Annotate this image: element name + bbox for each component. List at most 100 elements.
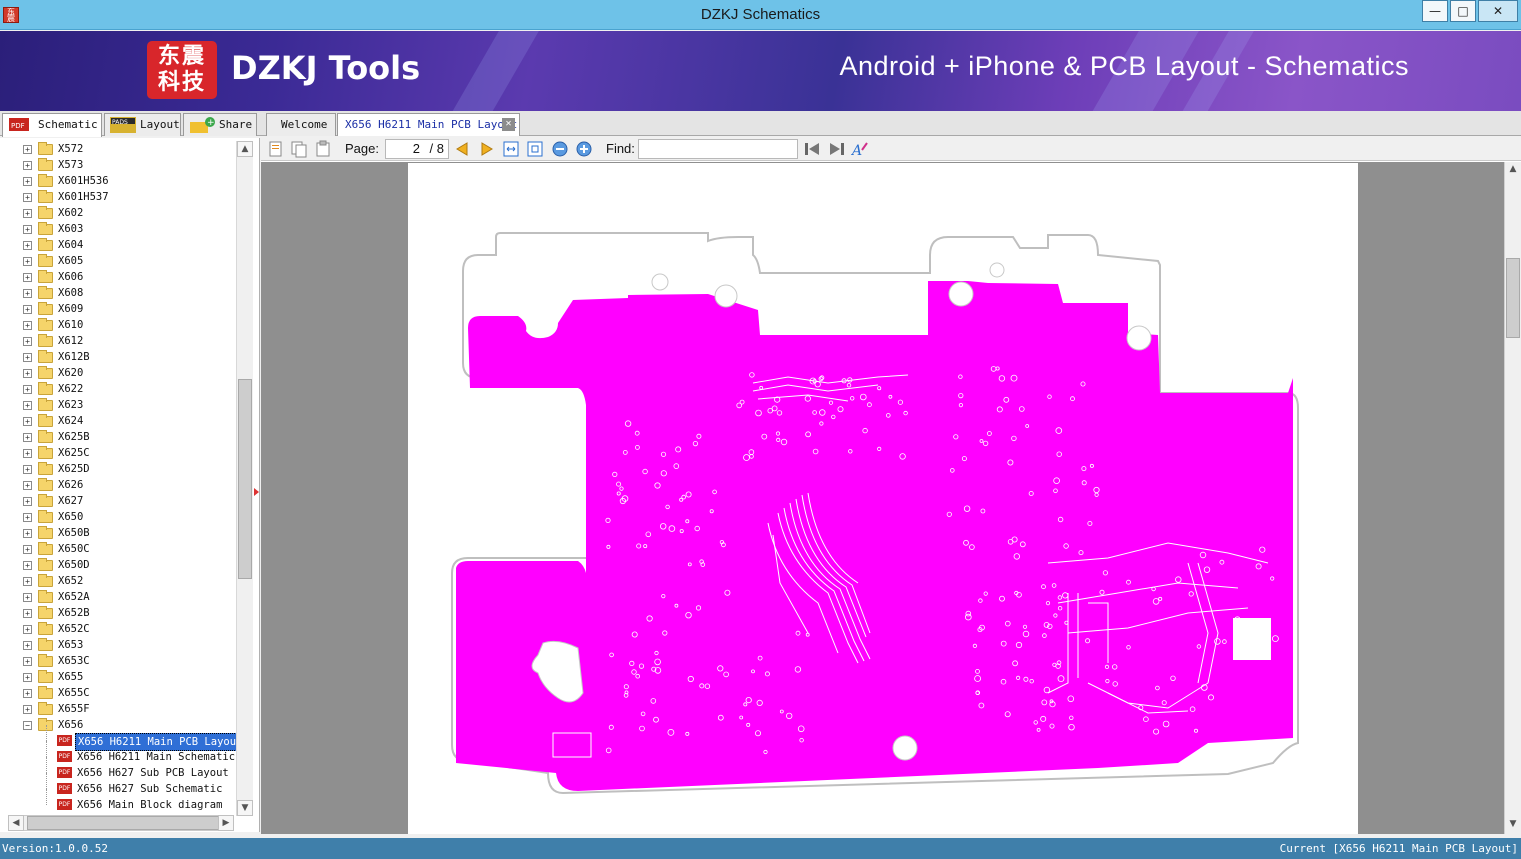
expand-icon[interactable]: + <box>23 513 32 522</box>
tree-vertical-scrollbar[interactable]: ▲ ▼ <box>236 141 253 816</box>
tree-folder[interactable]: + X612B <box>0 349 236 365</box>
tree-folder[interactable]: + X602 <box>0 205 236 221</box>
expand-icon[interactable]: + <box>23 465 32 474</box>
tree-folder[interactable]: + X573 <box>0 157 236 173</box>
tree-folder[interactable]: + X610 <box>0 317 236 333</box>
page-number-field[interactable]: 2 / 8 <box>385 139 449 159</box>
tree-folder[interactable]: + X653 <box>0 637 236 653</box>
tree-folder[interactable]: + X652B <box>0 605 236 621</box>
tree-document[interactable]: PDF X656 H6211 Main Schematic <box>0 741 236 765</box>
open-document-icon[interactable] <box>267 140 285 158</box>
tree-document[interactable]: PDF X656 H627 Sub PCB Layout <box>0 757 236 781</box>
find-next-icon[interactable] <box>828 140 846 158</box>
tree-folder[interactable]: + X608 <box>0 285 236 301</box>
tree-folder[interactable]: + X652A <box>0 589 236 605</box>
expand-icon[interactable]: + <box>23 481 32 490</box>
tree-folder[interactable]: + X572 <box>0 141 236 157</box>
expand-icon[interactable]: + <box>23 497 32 506</box>
scroll-down-icon[interactable]: ▼ <box>237 800 253 816</box>
tree-folder[interactable]: + X620 <box>0 365 236 381</box>
expand-icon[interactable]: + <box>23 225 32 234</box>
previous-page-icon[interactable] <box>453 140 471 158</box>
tree-folder[interactable]: + X650B <box>0 525 236 541</box>
tree-folder[interactable]: + X603 <box>0 221 236 237</box>
tree-folder[interactable]: + X601H537 <box>0 189 236 205</box>
tree-folder[interactable]: + X652C <box>0 621 236 637</box>
expand-icon[interactable]: + <box>23 353 32 362</box>
panel-splitter[interactable] <box>253 488 259 500</box>
tab-schematic[interactable]: PDF Schematic <box>2 113 102 137</box>
tree-folder[interactable]: + X606 <box>0 269 236 285</box>
tree-folder[interactable]: + X601H536 <box>0 173 236 189</box>
expand-icon[interactable]: + <box>23 177 32 186</box>
highlight-text-icon[interactable]: A <box>850 140 869 159</box>
tree-folder[interactable]: + X623 <box>0 397 236 413</box>
tree-document[interactable]: PDF X656 Main Block diagram <box>0 789 236 813</box>
tab-layout[interactable]: PADS Layout <box>104 113 181 136</box>
viewer-vertical-scrollbar[interactable]: ▲ ▼ <box>1504 162 1521 834</box>
tree-hscroll-thumb[interactable] <box>27 816 222 830</box>
expand-icon[interactable]: + <box>23 529 32 538</box>
tree-folder[interactable]: + X626 <box>0 477 236 493</box>
tree-folder[interactable]: − X656 <box>0 717 236 733</box>
scroll-right-icon[interactable]: ▶ <box>218 815 234 831</box>
expand-icon[interactable]: + <box>23 145 32 154</box>
expand-icon[interactable]: + <box>23 673 32 682</box>
expand-icon[interactable]: + <box>23 273 32 282</box>
tree-scroll-thumb[interactable] <box>238 379 252 579</box>
expand-icon[interactable]: + <box>23 385 32 394</box>
tree-folder[interactable]: + X652 <box>0 573 236 589</box>
expand-icon[interactable]: + <box>23 625 32 634</box>
tree-folder[interactable]: + X625D <box>0 461 236 477</box>
expand-icon[interactable]: + <box>23 193 32 202</box>
tree-document[interactable]: PDF X656 H6211 Main PCB Layout <box>0 725 246 751</box>
tree-folder[interactable]: + X622 <box>0 381 236 397</box>
fit-page-icon[interactable] <box>526 140 544 158</box>
document-canvas[interactable] <box>261 162 1504 834</box>
expand-icon[interactable]: + <box>23 321 32 330</box>
find-previous-icon[interactable] <box>803 140 821 158</box>
tree-folder[interactable]: + X655C <box>0 685 236 701</box>
tree-folder[interactable]: + X655F <box>0 701 236 717</box>
tree-folder[interactable]: + X625C <box>0 445 236 461</box>
tree-folder[interactable]: + X605 <box>0 253 236 269</box>
scroll-up-icon[interactable]: ▲ <box>1505 162 1521 178</box>
expand-icon[interactable]: + <box>23 161 32 170</box>
expand-icon[interactable]: + <box>23 257 32 266</box>
tree-horizontal-scrollbar[interactable]: ◀ ▶ <box>8 815 234 831</box>
tab-close-icon[interactable]: ✕ <box>502 118 515 131</box>
tree-folder[interactable]: + X650D <box>0 557 236 573</box>
tree-folder[interactable]: + X609 <box>0 301 236 317</box>
tree-folder[interactable]: + X653C <box>0 653 236 669</box>
expand-icon[interactable]: + <box>23 641 32 650</box>
expand-icon[interactable]: + <box>23 657 32 666</box>
tree-folder[interactable]: + X625B <box>0 429 236 445</box>
expand-icon[interactable]: + <box>23 545 32 554</box>
expand-icon[interactable]: + <box>23 593 32 602</box>
expand-icon[interactable]: + <box>23 401 32 410</box>
tree-folder[interactable]: + X627 <box>0 493 236 509</box>
expand-icon[interactable]: + <box>23 241 32 250</box>
expand-icon[interactable]: + <box>23 577 32 586</box>
collapse-icon[interactable]: − <box>23 721 32 730</box>
next-page-icon[interactable] <box>478 140 496 158</box>
scroll-left-icon[interactable]: ◀ <box>8 815 24 831</box>
maximize-button[interactable]: □ <box>1450 0 1476 22</box>
minimize-button[interactable]: — <box>1422 0 1448 22</box>
tree-folder[interactable]: + X612 <box>0 333 236 349</box>
tab-share[interactable]: + Share <box>183 113 257 136</box>
paste-page-icon[interactable] <box>314 140 332 158</box>
expand-icon[interactable]: + <box>23 689 32 698</box>
expand-icon[interactable]: + <box>23 449 32 458</box>
fit-width-icon[interactable] <box>502 140 520 158</box>
zoom-in-icon[interactable] <box>575 140 593 158</box>
tree-document[interactable]: PDF X656 H627 Sub Schematic <box>0 773 236 797</box>
tab-x656-main-pcb-layout[interactable]: X656 H6211 Main PCB Layout ✕ <box>337 113 520 136</box>
tree-folder[interactable]: + X650C <box>0 541 236 557</box>
tree-folder[interactable]: + X604 <box>0 237 236 253</box>
tree-folder[interactable]: + X655 <box>0 669 236 685</box>
scroll-up-icon[interactable]: ▲ <box>237 141 253 157</box>
expand-icon[interactable]: + <box>23 337 32 346</box>
expand-icon[interactable]: + <box>23 609 32 618</box>
expand-icon[interactable]: + <box>23 705 32 714</box>
